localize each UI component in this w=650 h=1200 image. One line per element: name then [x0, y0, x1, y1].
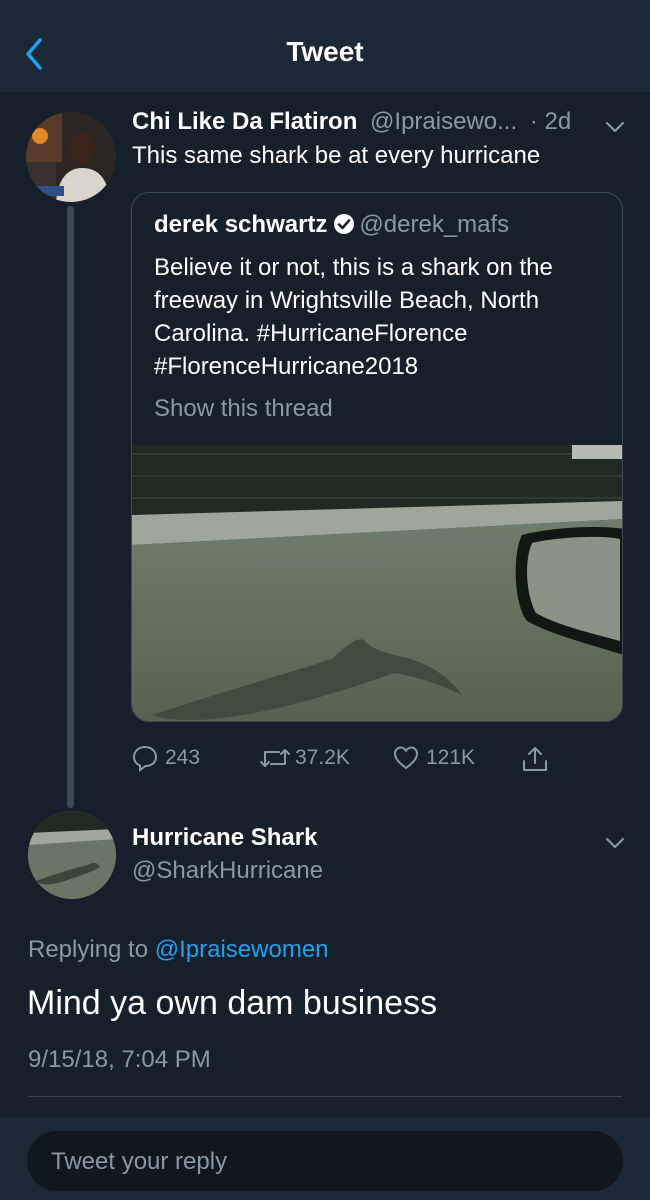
quoted-tweet-text: Believe it or not, this is a shark on th… [154, 254, 553, 380]
author-name[interactable]: Chi Like Da Flatiron [132, 108, 357, 135]
reply-count: 243 [165, 746, 201, 769]
verified-badge-icon [334, 214, 355, 234]
tweet-text: Mind ya own dam business [27, 984, 438, 1022]
retweet-icon [260, 749, 290, 767]
tweet-header: Chi Like Da Flatiron @Ipraisewo... · 2d [132, 108, 571, 136]
quoted-tweet-header: derek schwartz @derek_mafs [154, 211, 509, 239]
thread-connector-line [67, 206, 74, 808]
chevron-down-icon[interactable] [604, 120, 626, 134]
reply-bubble-icon [132, 745, 158, 772]
divider [28, 1096, 622, 1097]
reply-input[interactable]: Tweet your reply [27, 1131, 623, 1191]
tweet-timestamp: 9/15/18, 7:04 PM [28, 1046, 211, 1073]
share-icon [523, 747, 547, 771]
avatar-photo [28, 811, 116, 899]
chevron-down-icon[interactable] [604, 836, 626, 850]
author-handle[interactable]: @Ipraisewo... [370, 108, 517, 135]
avatar[interactable] [26, 112, 116, 202]
like-count: 121K [426, 746, 476, 769]
replying-to-line: Replying to @Ipraisewomen [28, 936, 329, 964]
tweet-time: · 2d [529, 108, 572, 135]
author-name[interactable]: Hurricane Shark [132, 824, 317, 852]
author-handle[interactable]: @SharkHurricane [132, 857, 323, 885]
quoted-tweet-photo[interactable] [132, 445, 623, 722]
reply-placeholder: Tweet your reply [51, 1148, 228, 1175]
tweet-actions: 243 37.2K 121K [131, 742, 631, 774]
tweet-text: This same shark be at every hurricane [132, 142, 541, 169]
top-bar: Tweet [0, 0, 650, 92]
avatar[interactable] [28, 811, 116, 899]
heart-icon [394, 746, 418, 769]
replying-to-mention[interactable]: @Ipraisewomen [155, 936, 329, 963]
retweet-count: 37.2K [295, 746, 350, 769]
page-title: Tweet [286, 36, 364, 67]
avatar-photo [26, 112, 116, 202]
replying-to-label: Replying to [28, 936, 149, 963]
quoted-author-name: derek schwartz [154, 211, 328, 238]
quoted-tweet-card[interactable]: derek schwartz @derek_mafs Believe it or… [131, 192, 623, 722]
quoted-author-handle: @derek_mafs [359, 211, 510, 238]
show-thread-link[interactable]: Show this thread [154, 395, 333, 423]
